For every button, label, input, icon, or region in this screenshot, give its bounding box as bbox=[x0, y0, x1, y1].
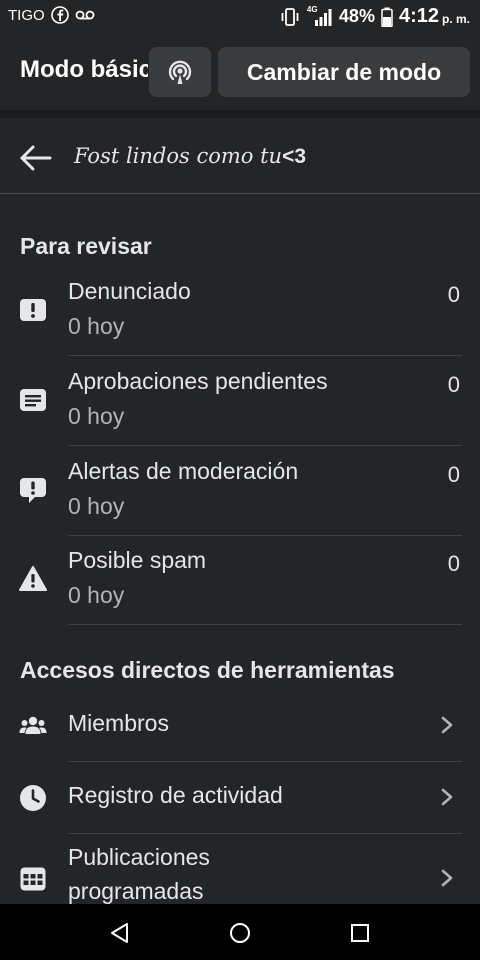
review-item-sub: 0 hoy bbox=[68, 582, 125, 608]
group-header: Fost lindos como tu<3 bbox=[0, 118, 480, 194]
facebook-icon bbox=[50, 6, 69, 24]
chevron-right-icon bbox=[441, 788, 453, 806]
carrier-name: TIGO bbox=[8, 6, 45, 24]
review-item-label: Aprobaciones pendientes bbox=[68, 368, 328, 394]
podcast-icon bbox=[168, 60, 192, 84]
chevron-right-icon bbox=[441, 716, 453, 734]
mode-title: Modo básico bbox=[20, 56, 148, 83]
nav-recents-icon bbox=[351, 924, 369, 942]
tool-item-activity-log[interactable]: Registro de actividad bbox=[0, 762, 480, 834]
battery-icon bbox=[381, 7, 393, 27]
review-item-pending-approvals[interactable]: Aprobaciones pendientes 0 hoy 0 bbox=[0, 356, 480, 446]
nav-back-icon bbox=[111, 923, 128, 943]
nav-home-icon bbox=[230, 923, 250, 943]
tools-section-title: Accesos directos de herramientas bbox=[20, 657, 395, 683]
group-name: Fost lindos como tu<3 bbox=[74, 144, 306, 169]
group-name-styled: Fost lindos como tu bbox=[74, 144, 283, 168]
status-bar: TIGO 4G 48% 4:12 p. m. bbox=[0, 0, 480, 34]
review-item-count: 0 bbox=[447, 551, 460, 576]
review-item-label: Posible spam bbox=[68, 547, 207, 573]
pending-approvals-icon bbox=[19, 386, 47, 414]
switch-mode-button[interactable]: Cambiar de modo bbox=[218, 47, 470, 97]
clock-icon bbox=[19, 784, 47, 812]
voicemail-icon bbox=[75, 10, 95, 20]
review-item-reported[interactable]: Denunciado 0 hoy 0 bbox=[0, 266, 480, 356]
review-item-count: 0 bbox=[447, 282, 460, 307]
group-name-tail: <3 bbox=[282, 145, 307, 168]
review-item-label: Denunciado bbox=[68, 278, 191, 304]
tool-item-label: Publicaciones programadas bbox=[68, 844, 210, 904]
divider bbox=[68, 624, 462, 625]
status-right: 4G 48% 4:12 p. m. bbox=[279, 5, 470, 28]
review-item-moderation-alerts[interactable]: Alertas de moderación 0 hoy 0 bbox=[0, 446, 480, 536]
clock-ampm: p. m. bbox=[441, 11, 470, 26]
chevron-right-icon bbox=[441, 869, 453, 887]
back-arrow-icon[interactable] bbox=[18, 140, 54, 176]
spam-warning-icon bbox=[19, 565, 47, 593]
signal-icon: 4G bbox=[307, 5, 333, 27]
review-item-sub: 0 hoy bbox=[68, 493, 125, 519]
review-item-count: 0 bbox=[447, 462, 460, 487]
review-item-count: 0 bbox=[447, 372, 460, 397]
nav-recents-button[interactable] bbox=[345, 918, 375, 948]
members-icon bbox=[19, 712, 47, 740]
calendar-grid-icon bbox=[19, 865, 47, 893]
nav-home-button[interactable] bbox=[225, 918, 255, 948]
status-left: TIGO bbox=[8, 6, 95, 24]
tool-item-label: Registro de actividad bbox=[68, 782, 283, 808]
battery-percent: 48% bbox=[338, 6, 375, 26]
vibrate-icon bbox=[281, 7, 299, 26]
moderation-alert-icon bbox=[19, 476, 47, 504]
broadcast-button[interactable] bbox=[149, 47, 211, 97]
review-item-possible-spam[interactable]: Posible spam 0 hoy 0 bbox=[0, 535, 480, 625]
nav-back-button[interactable] bbox=[105, 918, 135, 948]
header-divider bbox=[0, 110, 480, 118]
review-item-label: Alertas de moderación bbox=[68, 458, 299, 484]
review-section-title: Para revisar bbox=[20, 233, 152, 259]
navigation-bar bbox=[0, 904, 480, 960]
report-icon bbox=[19, 296, 47, 324]
review-item-sub: 0 hoy bbox=[68, 313, 125, 339]
review-item-sub: 0 hoy bbox=[68, 403, 125, 429]
tool-item-label: Miembros bbox=[68, 710, 169, 736]
clock-time: 4:12 bbox=[398, 5, 439, 27]
tool-item-members[interactable]: Miembros bbox=[0, 690, 480, 762]
top-bar: Modo básico Cambiar de modo bbox=[0, 34, 480, 110]
